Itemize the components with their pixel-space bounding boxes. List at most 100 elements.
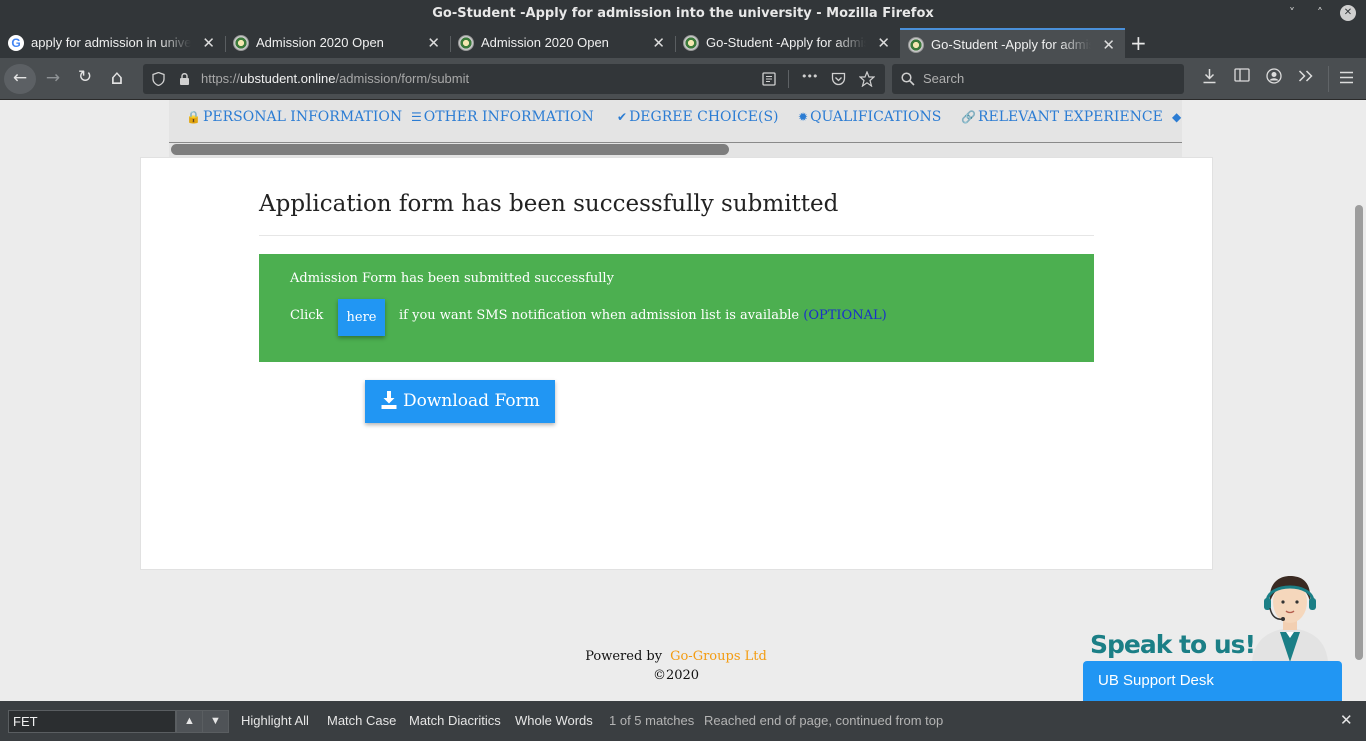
browser-tab[interactable]: Admission 2020 Open ✕ — [450, 28, 675, 58]
university-crest-icon — [683, 35, 699, 51]
browser-tab-active[interactable]: Go-Student -Apply for admission ✕ — [900, 28, 1125, 58]
alert-sms-text: if you want SMS notification when admiss… — [399, 308, 887, 323]
forward-arrow-icon[interactable]: → — [42, 68, 64, 88]
powered-by-text: Powered by — [585, 649, 663, 664]
url-text[interactable]: https://ubstudent.online/admission/form/… — [201, 71, 469, 86]
home-icon[interactable]: ⌂ — [106, 65, 128, 89]
tab-title: apply for admission in university — [31, 35, 191, 50]
navigation-toolbar: ← → ↻ ⌂ https://ubstudent.online/admissi… — [0, 58, 1366, 100]
window-close-icon[interactable]: ✕ — [1340, 5, 1356, 21]
pocket-icon[interactable] — [831, 72, 846, 86]
whole-words-toggle[interactable]: Whole Words — [515, 713, 593, 728]
match-case-toggle[interactable]: Match Case — [327, 713, 396, 728]
match-count: 1 of 5 matches — [609, 713, 695, 728]
university-crest-icon — [458, 35, 474, 51]
close-icon[interactable]: ✕ — [427, 34, 440, 52]
minimize-icon[interactable]: ˅ — [1284, 5, 1300, 21]
support-desk-label: UB Support Desk — [1098, 672, 1214, 689]
window-titlebar: Go-Student -Apply for admission into the… — [0, 0, 1366, 28]
find-next-icon[interactable]: ▼ — [202, 710, 229, 733]
user-lock-icon: 🔒 — [186, 110, 201, 124]
certificate-icon: ✹ — [798, 110, 809, 124]
alert-sms-message: if you want SMS notification when admiss… — [399, 308, 800, 323]
alert-click-text: Click — [290, 308, 324, 323]
optional-label: (OPTIONAL) — [803, 308, 887, 323]
step-personal-information[interactable]: 🔒 PERSONAL INFORMATION — [186, 109, 402, 125]
link-icon: 🔗 — [961, 110, 976, 124]
download-form-button[interactable]: Download Form — [365, 380, 555, 423]
close-find-bar-icon[interactable]: ✕ — [1340, 711, 1353, 729]
find-bar: ▲ ▼ Highlight All Match Case Match Diacr… — [0, 701, 1366, 741]
sidebar-toggle-icon[interactable] — [1234, 68, 1250, 82]
page-title: Application form has been successfully s… — [259, 191, 839, 217]
account-icon[interactable] — [1266, 68, 1282, 84]
support-agent-avatar-icon[interactable] — [1250, 572, 1330, 662]
heading-divider — [259, 235, 1094, 236]
find-previous-icon[interactable]: ▲ — [176, 710, 203, 733]
search-icon — [901, 72, 915, 86]
horizontal-scrollbar-thumb[interactable] — [171, 144, 729, 155]
shield-icon[interactable] — [152, 72, 165, 86]
support-desk-chat-button[interactable]: UB Support Desk — [1083, 661, 1342, 701]
step-label: RELEVANT EXPERIENCE — [977, 109, 1163, 125]
bookmark-star-icon[interactable] — [859, 71, 875, 87]
browser-tab[interactable]: G apply for admission in university ✕ — [0, 28, 225, 58]
list-icon: ☰ — [411, 110, 422, 124]
step-relevant-experience[interactable]: 🔗 RELEVANT EXPERIENCE — [961, 109, 1163, 125]
url-path: /admission/form/submit — [335, 71, 470, 86]
highlight-all-toggle[interactable]: Highlight All — [241, 713, 309, 728]
download-icon — [381, 391, 397, 409]
tab-title: Admission 2020 Open — [256, 35, 384, 50]
url-divider — [788, 70, 789, 88]
step-next-partial[interactable]: ◆ — [1172, 109, 1182, 125]
browser-tab[interactable]: Go-Student -Apply for admission ✕ — [675, 28, 900, 58]
form-step-nav: 🔒 PERSONAL INFORMATION ☰ OTHER INFORMATION… — [169, 100, 1182, 157]
download-icon[interactable] — [1202, 68, 1217, 84]
url-bar[interactable]: https://ubstudent.online/admission/form/… — [143, 64, 885, 94]
vertical-scrollbar[interactable] — [1352, 100, 1366, 701]
horizontal-scroll-track — [169, 142, 1182, 143]
close-icon[interactable]: ✕ — [1102, 36, 1115, 54]
browser-tab[interactable]: Admission 2020 Open ✕ — [225, 28, 450, 58]
close-icon[interactable]: ✕ — [652, 34, 665, 52]
success-alert: Admission Form has been submitted succes… — [259, 254, 1094, 362]
step-label: PERSONAL INFORMATION — [202, 109, 403, 125]
url-scheme: https:// — [201, 71, 241, 86]
step-label: DEGREE CHOICE(S) — [629, 109, 779, 125]
step-other-information[interactable]: ☰ OTHER INFORMATION — [411, 109, 594, 125]
search-bar[interactable]: Search — [892, 64, 1184, 94]
page-viewport: 🔒 PERSONAL INFORMATION ☰ OTHER INFORMATION… — [0, 100, 1352, 701]
page-actions-icon[interactable]: ••• — [801, 70, 818, 83]
download-form-label: Download Form — [403, 391, 540, 411]
tab-title: Go-Student -Apply for admission — [706, 35, 866, 50]
step-qualifications[interactable]: ✹ QUALIFICATIONS — [798, 109, 941, 125]
google-g-icon: G — [8, 35, 24, 51]
match-diacritics-toggle[interactable]: Match Diacritics — [409, 713, 501, 728]
toolbar-divider — [1328, 66, 1329, 92]
find-input[interactable] — [8, 710, 176, 733]
step-degree-choices[interactable]: ✔ DEGREE CHOICE(S) — [617, 109, 779, 125]
tab-title: Admission 2020 Open — [481, 35, 609, 50]
hamburger-menu-icon[interactable] — [1339, 71, 1354, 84]
close-icon[interactable]: ✕ — [877, 34, 890, 52]
reader-view-icon[interactable] — [762, 72, 776, 86]
new-tab-icon[interactable]: + — [1130, 31, 1147, 55]
company-link[interactable]: Go-Groups Ltd — [670, 649, 767, 664]
university-crest-icon — [908, 37, 924, 53]
university-crest-icon — [233, 35, 249, 51]
reload-icon[interactable]: ↻ — [74, 67, 96, 87]
back-arrow-icon[interactable]: ← — [4, 64, 36, 94]
close-icon[interactable]: ✕ — [202, 34, 215, 52]
vertical-scrollbar-thumb[interactable] — [1355, 205, 1363, 660]
step-label: OTHER INFORMATION — [423, 109, 594, 125]
sms-here-button[interactable]: here — [338, 299, 385, 336]
tab-strip: G apply for admission in university ✕ Ad… — [0, 28, 1366, 58]
find-status-message: Reached end of page, continued from top — [704, 713, 944, 728]
overflow-chevrons-icon[interactable] — [1298, 70, 1314, 82]
speak-to-us-text[interactable]: Speak to us! — [1090, 630, 1256, 659]
lock-icon[interactable] — [179, 72, 190, 86]
restore-icon[interactable]: ˄ — [1312, 5, 1328, 21]
step-label: QUALIFICATIONS — [810, 109, 942, 125]
bullhorn-icon: ◆ — [1172, 110, 1182, 124]
window-title: Go-Student -Apply for admission into the… — [432, 6, 934, 21]
